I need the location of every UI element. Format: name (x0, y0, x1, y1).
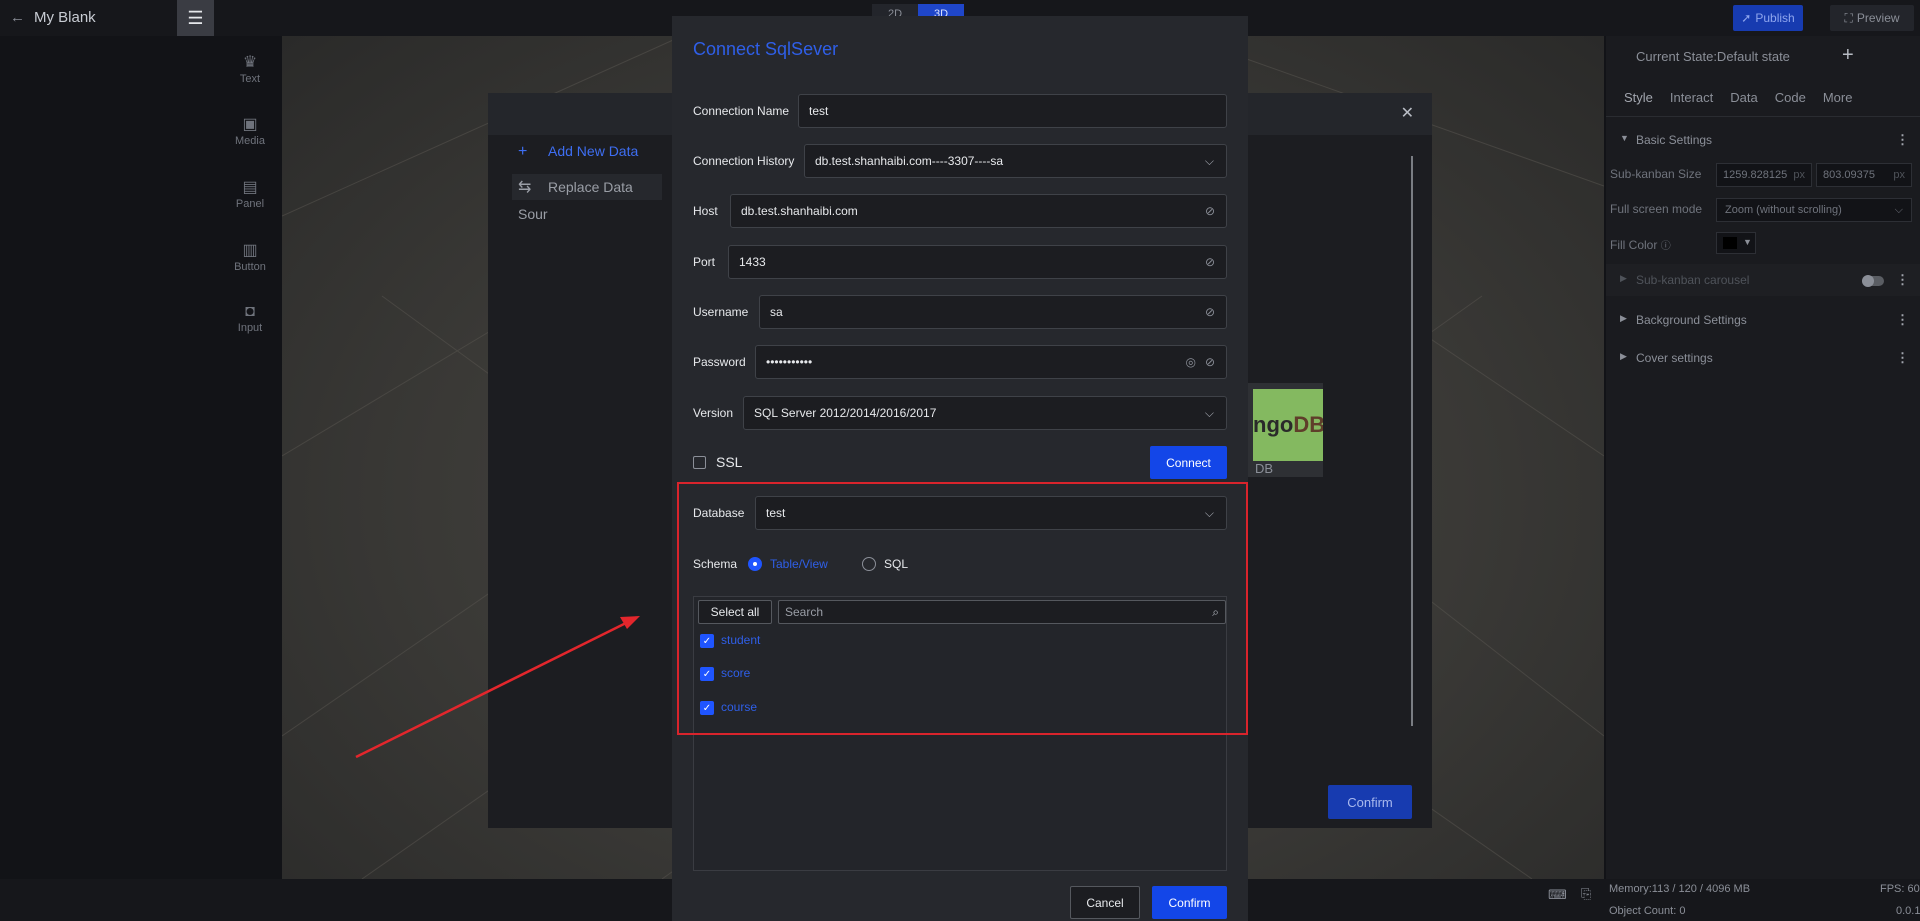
highlight-box (677, 482, 1248, 735)
fill-color-label: Fill Color ⓘ (1610, 238, 1671, 252)
scrollbar[interactable] (1411, 156, 1413, 726)
fps-readout: FPS: 60 (1880, 883, 1920, 895)
data-source-confirm-button[interactable]: Confirm (1328, 785, 1412, 819)
password-input[interactable]: ••••••••••• ◎ ⊘ (755, 345, 1227, 379)
caret-down-icon: ▼ (1743, 237, 1752, 247)
terminal-icon[interactable]: ⎘ (1581, 886, 1591, 902)
tab-style[interactable]: Style (1624, 90, 1653, 105)
ssl-label: SSL (716, 454, 743, 470)
check-circle-icon: ⊘ (1204, 255, 1215, 269)
port-label: Port (693, 255, 716, 269)
caret-right-icon: ▶ (1620, 313, 1627, 323)
tab-code[interactable]: Code (1775, 90, 1806, 105)
preview-button[interactable]: ⛶ Preview (1830, 5, 1914, 31)
send-icon: ➚ (1741, 11, 1752, 25)
connect-sqlserver-modal: Connect SqlSever Connection Name test Co… (672, 16, 1248, 921)
more-icon[interactable]: ⋮ (1896, 132, 1909, 148)
host-label: Host (693, 204, 718, 218)
more-icon[interactable]: ⋮ (1896, 350, 1909, 366)
caret-down-icon: ▼ (1620, 133, 1629, 143)
fullscreen-mode-label: Full screen mode (1610, 202, 1703, 216)
check-circle-icon: ⊘ (1204, 355, 1215, 369)
check-circle-icon: ⊘ (1204, 204, 1215, 218)
carousel-toggle[interactable] (1862, 275, 1884, 287)
mongodb-label: DB (1255, 461, 1274, 476)
plus-icon: + (518, 143, 528, 160)
properties-panel: Current State:Default state + Style Inte… (1606, 36, 1920, 879)
host-input[interactable]: db.test.shanhaibi.com ⊘ (730, 194, 1227, 228)
publish-button[interactable]: ➚ Publish (1733, 5, 1803, 31)
chevron-down-icon: ⌵ (1204, 406, 1214, 420)
check-circle-icon: ⊘ (1204, 305, 1215, 319)
connection-history-select[interactable]: db.test.shanhaibi.com----3307----sa ⌵ (804, 144, 1227, 178)
background-settings-section[interactable]: ▶ Background Settings ⋮ (1606, 304, 1920, 336)
tool-text[interactable]: ♛ Text (220, 52, 280, 85)
tab-data[interactable]: Data (1730, 90, 1757, 105)
connect-button[interactable]: Connect (1150, 446, 1227, 479)
chevron-down-icon: ⌵ (1204, 154, 1214, 168)
object-count: Object Count: 0 (1609, 905, 1686, 917)
properties-tabs: Style Interact Data Code More (1624, 90, 1852, 105)
confirm-button[interactable]: Confirm (1152, 886, 1227, 919)
fullscreen-icon: ⛶ (1844, 10, 1853, 25)
tool-media[interactable]: ▣ Media (220, 114, 280, 147)
version-select[interactable]: SQL Server 2012/2014/2016/2017 ⌵ (743, 396, 1227, 430)
tool-input[interactable]: ◘ Input (220, 303, 280, 334)
more-icon[interactable]: ⋮ (1896, 312, 1909, 328)
tool-panel[interactable]: ▤ Panel (220, 177, 280, 210)
chevron-down-icon: ⌵ (1894, 204, 1903, 216)
media-icon: ▣ (242, 116, 258, 133)
version-readout: 0.0.1 (1896, 905, 1920, 917)
basic-settings-section[interactable]: ▼ Basic Settings ⋮ (1606, 124, 1920, 156)
replace-data-source-button[interactable]: ⇆ Replace Data Sour (512, 174, 662, 222)
mongodb-logo: ngoDB (1253, 389, 1323, 461)
width-input[interactable]: 1259.828125 px (1716, 163, 1812, 187)
component-toolbar: ♛ Text ▣ Media ▤ Panel ▥ Button ◘ Input (220, 36, 280, 916)
add-new-data-button[interactable]: + Add New Data (518, 143, 638, 161)
color-chip (1723, 237, 1737, 249)
more-icon[interactable]: ⋮ (1896, 272, 1909, 288)
memory-readout: Memory:113 / 120 / 4096 MB (1609, 883, 1751, 895)
mongodb-tile[interactable]: ngoDB DB (1245, 383, 1323, 477)
connection-name-label: Connection Name (693, 104, 790, 118)
panel-icon: ▤ (242, 179, 258, 196)
caret-right-icon: ▶ (1620, 351, 1627, 361)
username-input[interactable]: sa ⊘ (759, 295, 1227, 329)
cover-settings-section[interactable]: ▶ Cover settings ⋮ (1606, 342, 1920, 374)
port-input[interactable]: 1433 ⊘ (728, 245, 1227, 279)
ssl-checkbox[interactable] (693, 456, 706, 469)
height-input[interactable]: 803.09375 px (1816, 163, 1912, 187)
fullscreen-mode-select[interactable]: Zoom (without scrolling) ⌵ (1716, 198, 1912, 222)
hamburger-menu-button[interactable]: ☰ (177, 0, 214, 36)
username-label: Username (693, 305, 749, 319)
button-icon: ▥ (242, 242, 258, 259)
input-icon: ◘ (245, 303, 255, 320)
connection-history-label: Connection History (693, 154, 795, 168)
keyboard-icon[interactable]: ⌨ (1548, 887, 1567, 903)
divider (1606, 116, 1920, 117)
back-arrow-icon[interactable]: ← (10, 9, 25, 26)
fill-color-swatch[interactable]: ▼ (1716, 232, 1756, 254)
cancel-button[interactable]: Cancel (1070, 886, 1140, 919)
hamburger-icon: ☰ (187, 7, 204, 28)
tab-more[interactable]: More (1823, 90, 1853, 105)
help-icon[interactable]: ⓘ (1661, 241, 1671, 252)
size-label: Sub-kanban Size (1610, 167, 1702, 181)
connection-name-input[interactable]: test (798, 94, 1227, 128)
current-state-label: Current State:Default state (1636, 49, 1790, 64)
modal-title: Connect SqlSever (693, 39, 839, 59)
swap-icon: ⇆ (518, 179, 532, 196)
version-label: Version (693, 406, 734, 420)
tool-button[interactable]: ▥ Button (220, 240, 280, 273)
tab-interact[interactable]: Interact (1670, 90, 1713, 105)
text-icon: ♛ (242, 54, 258, 71)
password-label: Password (693, 355, 746, 369)
app-title: My Blank (34, 9, 96, 26)
close-icon[interactable]: ✕ (1401, 103, 1414, 123)
caret-right-icon: ▶ (1620, 273, 1627, 283)
add-state-icon[interactable]: + (1842, 44, 1854, 67)
eye-off-icon[interactable]: ◎ (1186, 346, 1196, 378)
